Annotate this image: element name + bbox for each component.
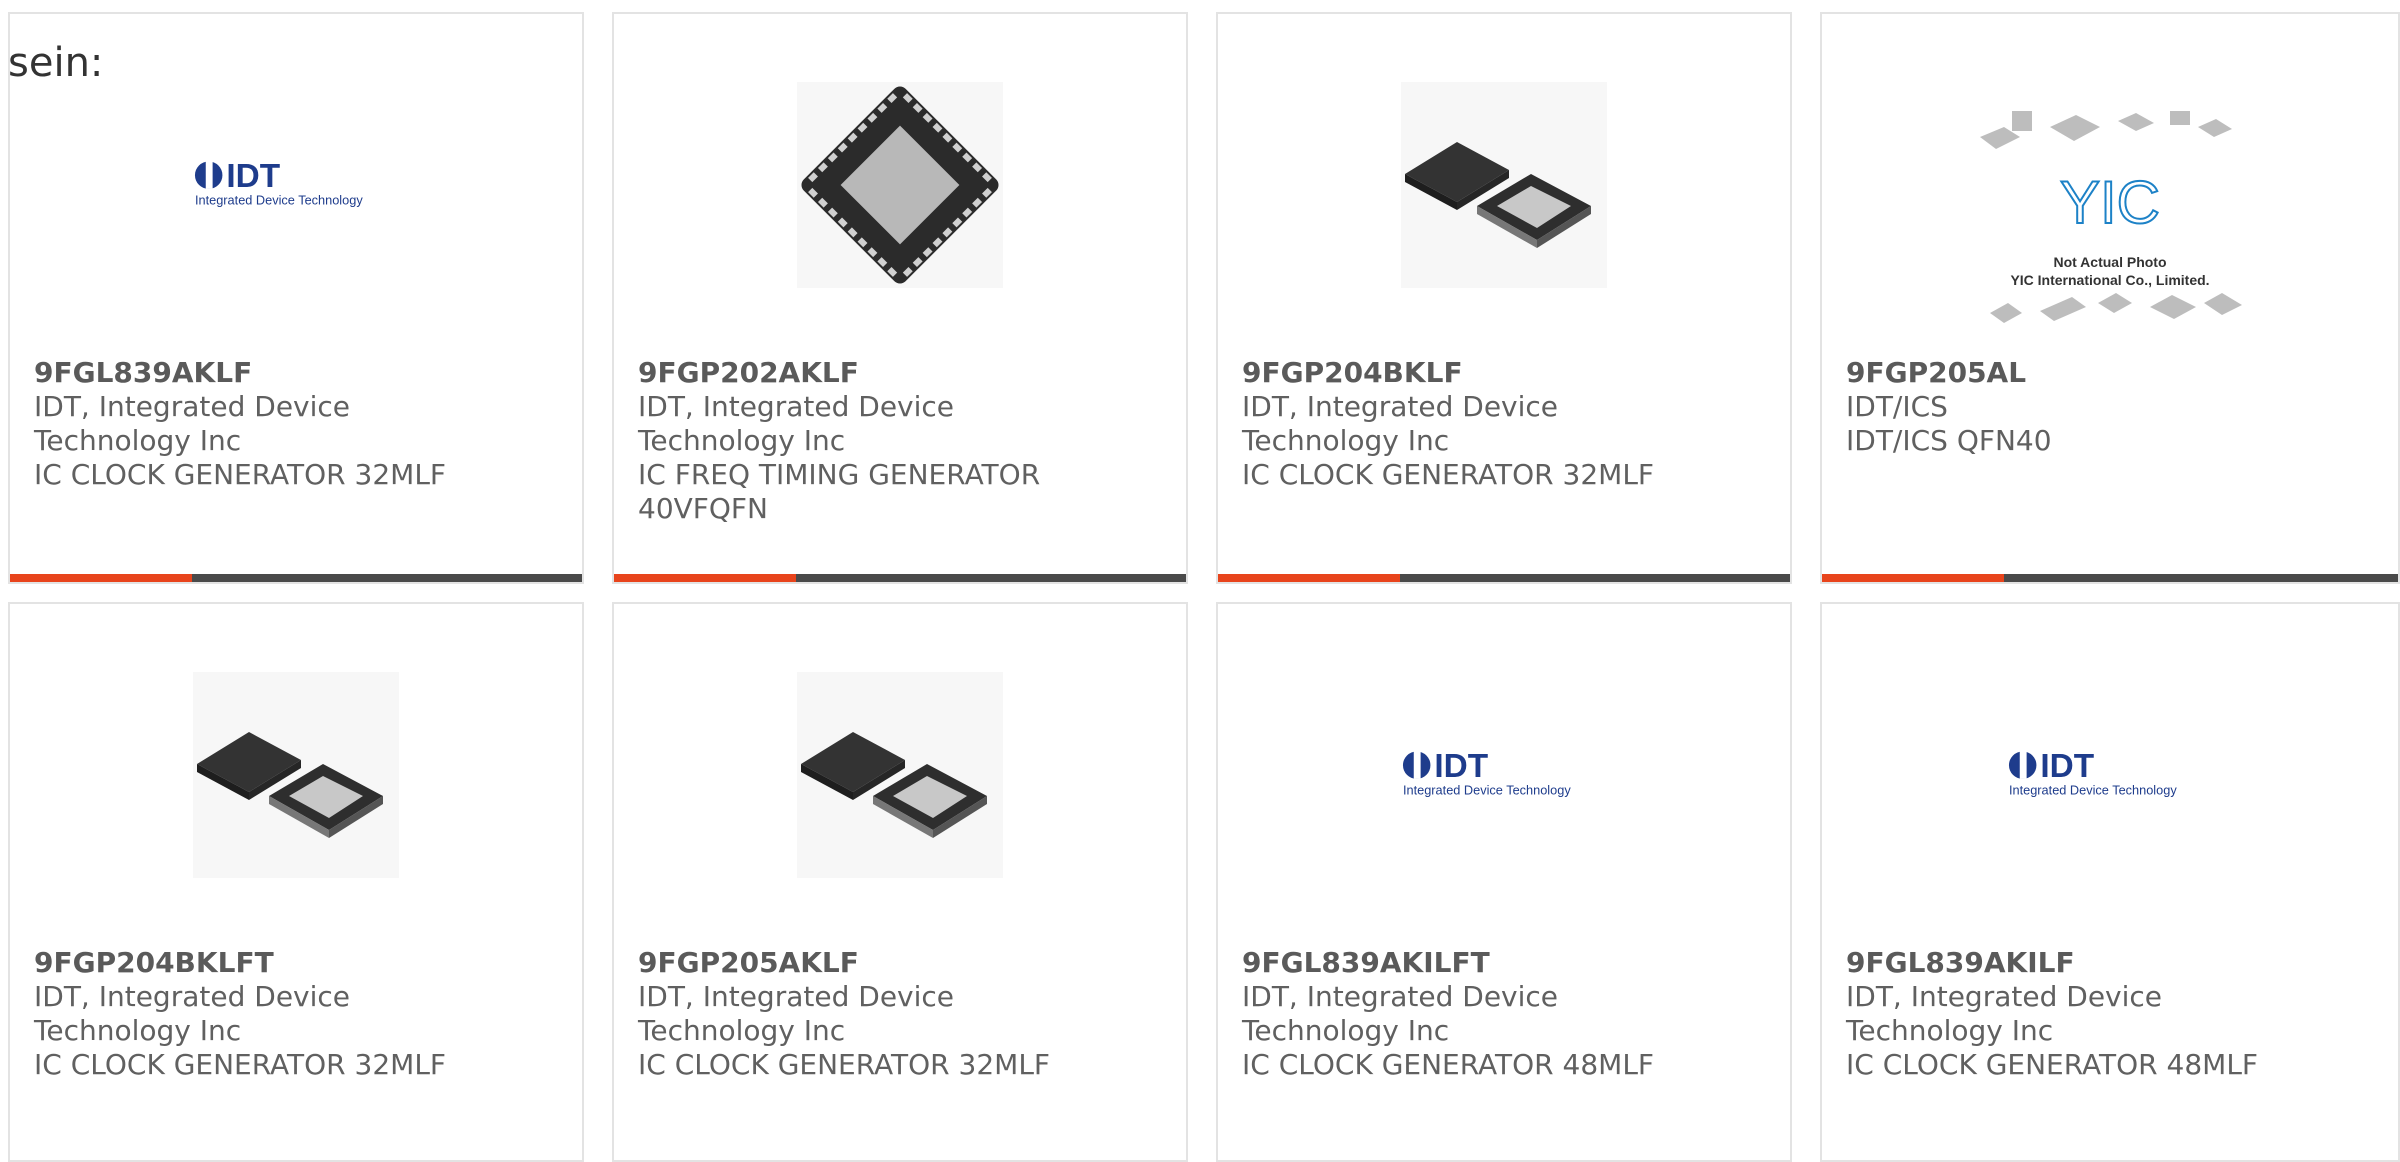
product-card[interactable]: IDT Integrated Device Technology 9FGL839… bbox=[1216, 602, 1792, 1162]
product-info: 9FGP202AKLF IDT, Integrated Device Techn… bbox=[638, 356, 1162, 526]
product-info: 9FGL839AKILF IDT, Integrated Device Tech… bbox=[1846, 946, 2374, 1082]
product-description: IC CLOCK GENERATOR 48MLF bbox=[1846, 1048, 2259, 1081]
manufacturer-line2: Technology Inc bbox=[34, 1014, 242, 1047]
manufacturer-line2: Technology Inc bbox=[1242, 1014, 1450, 1047]
product-card[interactable]: YIC Not Actual Photo YIC International C… bbox=[1820, 12, 2400, 584]
manufacturer-line2: Technology Inc bbox=[1242, 424, 1450, 457]
product-card[interactable]: 9FGP204BKLFT IDT, Integrated Device Tech… bbox=[8, 602, 584, 1162]
manufacturer-line1: IDT, Integrated Device bbox=[34, 980, 351, 1013]
qfn-chip-pair-icon bbox=[193, 672, 399, 878]
part-number-link[interactable]: 9FGL839AKILFT bbox=[1242, 946, 1766, 980]
svg-text:IDT: IDT bbox=[226, 158, 280, 195]
manufacturer-line1: IDT, Integrated Device bbox=[638, 390, 955, 423]
card-bar bbox=[1822, 574, 2398, 582]
product-image[interactable] bbox=[193, 672, 399, 878]
product-description: IC CLOCK GENERATOR 32MLF bbox=[638, 1048, 1051, 1081]
product-image[interactable]: IDT Integrated Device Technology bbox=[2007, 672, 2213, 878]
product-info: 9FGL839AKILFT IDT, Integrated Device Tec… bbox=[1242, 946, 1766, 1082]
product-info: 9FGP205AKLF IDT, Integrated Device Techn… bbox=[638, 946, 1162, 1082]
qfn-chip-pair-icon bbox=[797, 672, 1003, 878]
yic-placeholder-icon: YIC Not Actual Photo YIC International C… bbox=[1980, 111, 2242, 323]
qfn-chip-pair-icon bbox=[1401, 82, 1607, 288]
manufacturer-line2: Technology Inc bbox=[638, 424, 846, 457]
product-image[interactable]: YIC Not Actual Photo YIC International C… bbox=[1960, 102, 2260, 332]
card-bar-accent bbox=[1822, 574, 2004, 582]
part-number-link[interactable]: 9FGP205AL bbox=[1846, 356, 2374, 390]
manufacturer-line2: Technology Inc bbox=[1846, 1014, 2054, 1047]
manufacturer-line1: IDT, Integrated Device bbox=[1846, 980, 2163, 1013]
placeholder-line1: Not Actual Photo bbox=[2053, 254, 2166, 270]
manufacturer-line1: IDT, Integrated Device bbox=[1242, 390, 1559, 423]
product-card[interactable]: IDT Integrated Device Technology 9FGL839… bbox=[8, 12, 584, 584]
part-number-link[interactable]: 9FGL839AKLF bbox=[34, 356, 558, 390]
product-description: IC CLOCK GENERATOR 32MLF bbox=[34, 1048, 447, 1081]
card-bar-accent bbox=[10, 574, 192, 582]
svg-text:IDT: IDT bbox=[2040, 748, 2094, 785]
product-card[interactable]: 9FGP202AKLF IDT, Integrated Device Techn… bbox=[612, 12, 1188, 584]
svg-text:Integrated Device Technology: Integrated Device Technology bbox=[2009, 783, 2177, 798]
svg-text:IDT: IDT bbox=[1434, 748, 1488, 785]
manufacturer-line1: IDT, Integrated Device bbox=[638, 980, 955, 1013]
idt-logo-icon: IDT Integrated Device Technology bbox=[2008, 748, 2177, 798]
product-info: 9FGP204BKLF IDT, Integrated Device Techn… bbox=[1242, 356, 1766, 492]
card-bar bbox=[1218, 574, 1790, 582]
lead-text: sein: bbox=[8, 40, 104, 86]
manufacturer-line2: Technology Inc bbox=[638, 1014, 846, 1047]
product-image[interactable] bbox=[797, 82, 1003, 288]
product-description: IC CLOCK GENERATOR 48MLF bbox=[1242, 1048, 1655, 1081]
product-info: 9FGP205AL IDT/ICS IDT/ICS QFN40 bbox=[1846, 356, 2374, 458]
product-image[interactable] bbox=[797, 672, 1003, 878]
part-number-link[interactable]: 9FGP202AKLF bbox=[638, 356, 1162, 390]
part-number-link[interactable]: 9FGP204BKLFT bbox=[34, 946, 558, 980]
part-number-link[interactable]: 9FGP205AKLF bbox=[638, 946, 1162, 980]
idt-logo-icon: IDT Integrated Device Technology bbox=[1402, 748, 1571, 798]
svg-text:YIC: YIC bbox=[2060, 169, 2160, 236]
product-card[interactable]: IDT Integrated Device Technology 9FGL839… bbox=[1820, 602, 2400, 1162]
qfn-chip-icon bbox=[797, 82, 1003, 288]
product-image[interactable]: IDT Integrated Device Technology bbox=[193, 82, 399, 288]
card-bar bbox=[10, 574, 582, 582]
card-bar-accent bbox=[1218, 574, 1400, 582]
product-description: IC FREQ TIMING GENERATOR 40VFQFN bbox=[638, 458, 1041, 525]
manufacturer-line1: IDT, Integrated Device bbox=[34, 390, 351, 423]
card-bar-accent bbox=[614, 574, 796, 582]
product-description: IC CLOCK GENERATOR 32MLF bbox=[1242, 458, 1655, 491]
svg-text:Integrated Device Technology: Integrated Device Technology bbox=[1403, 783, 1571, 798]
product-image[interactable]: IDT Integrated Device Technology bbox=[1401, 672, 1607, 878]
part-number-link[interactable]: 9FGP204BKLF bbox=[1242, 356, 1766, 390]
manufacturer-line2: Technology Inc bbox=[34, 424, 242, 457]
product-card[interactable]: 9FGP205AKLF IDT, Integrated Device Techn… bbox=[612, 602, 1188, 1162]
manufacturer-line1: IDT/ICS bbox=[1846, 390, 1948, 423]
svg-text:Integrated Device Technology: Integrated Device Technology bbox=[195, 193, 363, 208]
part-number-link[interactable]: 9FGL839AKILF bbox=[1846, 946, 2374, 980]
product-description: IC CLOCK GENERATOR 32MLF bbox=[34, 458, 447, 491]
product-image[interactable] bbox=[1401, 82, 1607, 288]
placeholder-line2: YIC International Co., Limited. bbox=[2010, 272, 2209, 288]
manufacturer-line2: IDT/ICS QFN40 bbox=[1846, 424, 2052, 457]
manufacturer-line1: IDT, Integrated Device bbox=[1242, 980, 1559, 1013]
product-info: 9FGL839AKLF IDT, Integrated Device Techn… bbox=[34, 356, 558, 492]
product-info: 9FGP204BKLFT IDT, Integrated Device Tech… bbox=[34, 946, 558, 1082]
product-card[interactable]: 9FGP204BKLF IDT, Integrated Device Techn… bbox=[1216, 12, 1792, 584]
card-bar bbox=[614, 574, 1186, 582]
idt-logo-icon: IDT Integrated Device Technology bbox=[194, 158, 363, 208]
